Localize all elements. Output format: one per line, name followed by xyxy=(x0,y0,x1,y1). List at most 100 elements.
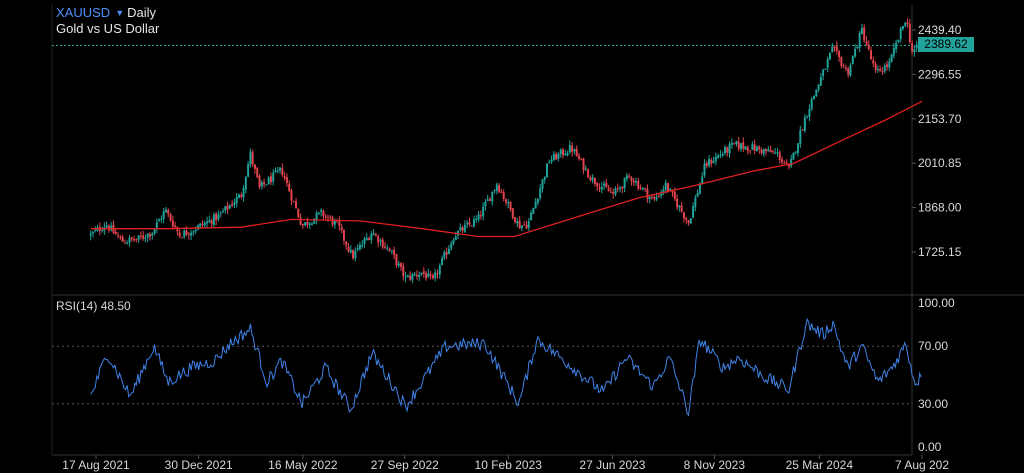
candle-body xyxy=(888,61,891,68)
candle-body xyxy=(368,238,371,240)
candle-body xyxy=(361,244,364,247)
indicator-label[interactable]: RSI(14) 48.50 xyxy=(56,299,131,313)
candle-body xyxy=(899,28,902,40)
candle-body xyxy=(637,180,640,189)
candle-body xyxy=(158,219,161,222)
candle-body xyxy=(781,159,784,163)
candle-body xyxy=(801,129,804,131)
candle-body xyxy=(311,223,314,225)
candle-body xyxy=(144,238,147,240)
candle-body xyxy=(265,184,268,186)
candle-body xyxy=(817,84,820,90)
candle-body xyxy=(650,196,653,198)
candle-body xyxy=(596,183,599,187)
candle-body xyxy=(308,223,311,225)
candle-body xyxy=(427,273,430,278)
candle-body xyxy=(418,274,421,278)
candle-body xyxy=(867,44,870,49)
candle-body xyxy=(146,233,149,238)
candle-body xyxy=(349,249,352,253)
candle-body xyxy=(258,176,261,187)
candle-body xyxy=(290,190,293,201)
time-tick-label: 25 Mar 2024 xyxy=(786,458,854,472)
candle-body xyxy=(897,39,900,42)
candle-body xyxy=(399,263,402,267)
candle-body xyxy=(803,117,806,132)
candle-body xyxy=(160,218,163,220)
candle-body xyxy=(806,115,809,117)
candle-body xyxy=(696,193,699,197)
candle-body xyxy=(632,180,635,183)
candle-body xyxy=(906,22,909,25)
candle-body xyxy=(721,153,724,156)
candle-body xyxy=(612,191,615,194)
time-tick-label: 10 Feb 2023 xyxy=(475,458,543,472)
candle-body xyxy=(749,150,752,152)
symbol-ticker[interactable]: XAUUSD xyxy=(56,5,110,20)
candle-body xyxy=(726,147,729,153)
candle-body xyxy=(635,181,638,183)
candle-body xyxy=(794,151,797,153)
symbol-description: Gold vs US Dollar xyxy=(56,21,160,36)
candle-body xyxy=(577,155,580,159)
candle-body xyxy=(863,27,866,41)
candle-body xyxy=(886,64,889,67)
candle-body xyxy=(687,220,690,224)
candle-body xyxy=(682,212,685,219)
candle-body xyxy=(762,149,765,154)
candle-body xyxy=(881,70,884,72)
candle-body xyxy=(847,68,850,75)
candle-body xyxy=(374,234,377,236)
candle-body xyxy=(879,68,882,72)
candle-body xyxy=(434,272,437,278)
candle-body xyxy=(790,158,793,167)
candle-body xyxy=(381,239,384,248)
candle-body xyxy=(114,231,117,235)
chevron-down-icon[interactable]: ▼ xyxy=(115,8,124,18)
candle-body xyxy=(388,248,391,251)
candle-body xyxy=(253,164,256,169)
candle-body xyxy=(719,154,722,156)
candle-body xyxy=(187,233,190,235)
candle-body xyxy=(799,130,802,145)
candle-body xyxy=(397,263,400,266)
candle-body xyxy=(477,214,480,220)
candle-body xyxy=(500,191,503,193)
candle-body xyxy=(573,149,576,152)
candle-body xyxy=(441,258,444,265)
candle-body xyxy=(299,217,302,225)
candle-body xyxy=(623,177,626,189)
candle-body xyxy=(812,95,815,99)
candle-body xyxy=(692,206,695,218)
candle-body xyxy=(244,177,247,190)
time-tick-label: 27 Jun 2023 xyxy=(579,458,645,472)
candle-body xyxy=(876,68,879,70)
candle-body xyxy=(475,219,478,221)
candle-body xyxy=(819,77,822,86)
time-tick-label: 8 Nov 2023 xyxy=(684,458,746,472)
candle-body xyxy=(484,201,487,207)
candle-body xyxy=(162,211,165,219)
candle-body xyxy=(858,32,861,48)
candle-body xyxy=(539,188,542,199)
candle-body xyxy=(342,229,345,241)
candle-body xyxy=(101,230,104,232)
candle-body xyxy=(826,59,829,68)
candle-body xyxy=(340,227,343,230)
candle-body xyxy=(566,152,569,156)
symbol-header[interactable]: XAUUSD ▼ Daily xyxy=(56,5,156,20)
candle-body xyxy=(411,274,414,281)
candle-body xyxy=(279,167,282,171)
candle-body xyxy=(908,23,911,43)
time-tick-label: 16 May 2022 xyxy=(268,458,338,472)
candle-body xyxy=(550,159,553,162)
candle-body xyxy=(470,225,473,227)
candle-body xyxy=(646,188,649,199)
candle-body xyxy=(153,228,156,234)
candle-body xyxy=(874,63,877,71)
candle-body xyxy=(237,194,240,198)
candle-body xyxy=(751,144,754,151)
interval-label[interactable]: Daily xyxy=(127,5,156,20)
candle-body xyxy=(525,225,528,229)
candle-body xyxy=(678,205,681,208)
